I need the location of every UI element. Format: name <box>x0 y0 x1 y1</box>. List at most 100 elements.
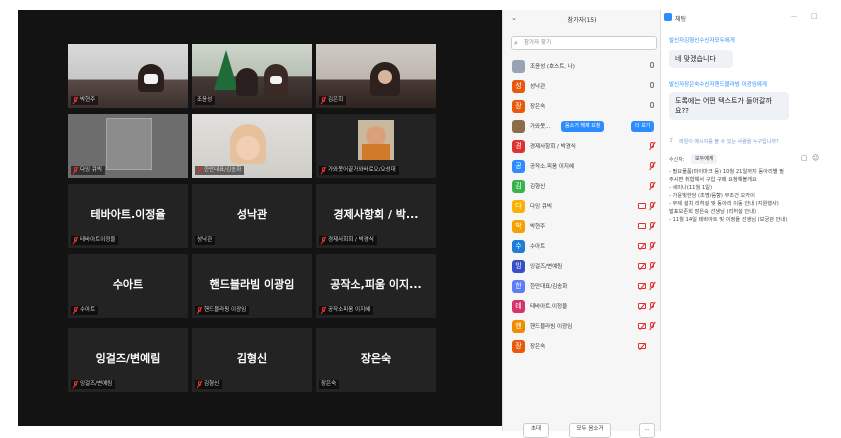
tile-name-label: 성낙관 <box>195 236 216 245</box>
tile-display-name: 장은숙 <box>360 352 392 365</box>
participant-name: 다잉 큐빅 <box>530 204 552 210</box>
participant-row[interactable]: 박 박현주 <box>503 218 661 237</box>
video-tile[interactable]: 경제사항회 / 박... 경제사회회 / 박경식 <box>316 184 436 248</box>
participant-row[interactable]: 다 다잉 큐빅 <box>503 198 661 217</box>
avatar: 장 <box>512 100 525 113</box>
tile-display-name: 김형신 <box>236 352 268 365</box>
participant-name: 한만대표/김송화 <box>530 284 568 290</box>
mic-icon[interactable] <box>649 102 655 111</box>
avatar: 박 <box>512 220 525 233</box>
tile-name-label: 다잉 큐빅 <box>71 166 105 175</box>
participant-row[interactable]: 잉 잉걸즈/변예림 <box>503 258 661 277</box>
tile-display-name: 테바아트.이정율 <box>90 208 166 221</box>
file-share-icon[interactable]: ⇪ <box>669 137 674 144</box>
participant-row[interactable]: 김 김형신 <box>503 178 661 197</box>
tile-name-label: 김은희 <box>319 96 347 105</box>
mic-muted-icon[interactable] <box>649 282 655 291</box>
participant-name: 테바아트.이정율 <box>530 304 568 310</box>
mic-muted-icon <box>321 167 326 174</box>
video-off-icon[interactable] <box>638 203 646 209</box>
video-tile[interactable]: 잉걸즈/변예림 잉걸즈/변예림 <box>68 328 188 392</box>
mic-muted-icon[interactable] <box>649 262 655 271</box>
participant-name: 김형신 <box>530 184 546 190</box>
participant-row[interactable]: 성 성낙관 <box>503 78 661 97</box>
avatar: 테 <box>512 300 525 313</box>
tile-name-label: 한만대표/김송화 <box>195 166 245 175</box>
video-tile-active-speaker[interactable]: 조윤성 <box>192 44 312 108</box>
mic-muted-icon[interactable] <box>649 242 655 251</box>
video-tile[interactable]: 김형신 김형신 <box>192 328 312 392</box>
tile-name-label: 핸드블라핑 이광임 <box>195 306 250 315</box>
tile-name-label: 조윤성 <box>195 96 216 105</box>
mic-muted-icon[interactable] <box>649 162 655 171</box>
video-tile[interactable]: 테바아트.이정율 테바아트이정을 <box>68 184 188 248</box>
participants-panel: ⌄ 참가자(15) 참가자 찾기 ⌕ 조윤성 (호스트, 나) 성 성낙관 장 … <box>502 10 661 438</box>
minimize-icon[interactable]: — <box>791 13 797 20</box>
search-icon: ⌕ <box>514 39 518 47</box>
participant-row[interactable]: 조윤성 (호스트, 나) <box>503 58 661 77</box>
tile-name-label: 공작소피움 이지혜 <box>319 306 374 315</box>
video-off-icon[interactable] <box>638 263 646 269</box>
mic-muted-icon[interactable] <box>649 182 655 191</box>
video-tile[interactable]: 김은희 <box>316 44 436 108</box>
video-off-icon[interactable] <box>638 303 646 309</box>
mic-muted-icon[interactable] <box>649 142 655 151</box>
participant-row[interactable]: 수 수아트 <box>503 238 661 257</box>
ask-to-unmute-button[interactable]: 음소거 해제 요청 <box>561 121 605 132</box>
video-off-icon[interactable] <box>638 243 646 249</box>
mic-muted-icon <box>73 97 78 104</box>
avatar <box>512 60 525 73</box>
mic-muted-icon <box>197 167 202 174</box>
avatar: 수 <box>512 240 525 253</box>
video-tile[interactable]: 수아트 수아트 <box>68 254 188 318</box>
participant-row[interactable]: 한 한만대표/김송화 <box>503 278 661 297</box>
avatar: 핸 <box>512 320 525 333</box>
maximize-icon[interactable]: □ <box>811 12 818 20</box>
mic-muted-icon[interactable] <box>649 222 655 231</box>
tile-name-label: 김형신 <box>195 380 223 389</box>
participant-row[interactable]: 경 경제사항회 / 박경식 <box>503 138 661 157</box>
mic-muted-icon[interactable] <box>649 202 655 211</box>
video-tile[interactable]: 성낙관 성낙관 <box>192 184 312 248</box>
video-off-icon[interactable] <box>638 283 646 289</box>
chat-title: 채팅 <box>675 16 687 23</box>
mic-icon[interactable] <box>649 62 655 71</box>
participant-row-hovered[interactable]: 가와못... 음소거 해제 요청 더 보기 <box>503 118 661 137</box>
video-tile[interactable]: 핸드블라빔 이광임 핸드블라핑 이광임 <box>192 254 312 318</box>
participant-row[interactable]: 장 장은숙 <box>503 338 661 357</box>
video-tile[interactable]: 한만대표/김송화 <box>192 114 312 178</box>
video-off-icon[interactable] <box>638 343 646 349</box>
video-off-icon[interactable] <box>638 323 646 329</box>
tile-display-name: 핸드블라빔 이광임 <box>209 278 295 291</box>
chat-app-icon <box>664 13 672 21</box>
avatar: 성 <box>512 80 525 93</box>
video-tile[interactable]: 다잉 큐빅 <box>68 114 188 178</box>
tile-display-name: 공작소,피움 이지... <box>330 278 422 291</box>
video-tile[interactable]: 박현주 <box>68 44 188 108</box>
chat-panel: 채팅 — □ 발신자김형신수신자모두에게 네 맞겠습니다 발신자장은숙수신자핸드… <box>660 10 825 431</box>
participant-name: 조윤성 (호스트, 나) <box>530 64 575 70</box>
mic-icon[interactable] <box>649 82 655 91</box>
participant-name: 성낙관 <box>530 84 546 90</box>
participant-search-input[interactable]: 참가자 찾기 <box>511 36 657 50</box>
participant-row[interactable]: 핸 핸드블라빔 이광임 <box>503 318 661 337</box>
more-options-button[interactable]: 더 보기 <box>631 121 655 132</box>
participant-row[interactable]: 테 테바아트.이정율 <box>503 298 661 317</box>
video-tile[interactable]: 공작소,피움 이지... 공작소피움 이지혜 <box>316 254 436 318</box>
participant-row[interactable]: 공 공작소.피움 이지혜 <box>503 158 661 177</box>
video-tile[interactable]: 가와못어끝가와바로오/오성대 <box>316 114 436 178</box>
participant-row[interactable]: 장 장은숙 <box>503 98 661 117</box>
tile-name-label: 장은숙 <box>319 380 340 389</box>
emoji-icon[interactable]: ☺ <box>812 154 819 162</box>
recipient-dropdown[interactable]: 모두에게 <box>691 154 718 164</box>
mic-muted-icon <box>73 167 78 174</box>
mic-muted-icon[interactable] <box>649 302 655 311</box>
tile-display-name: 수아트 <box>112 278 144 291</box>
video-icon[interactable] <box>638 223 646 229</box>
mic-muted-icon <box>73 381 78 388</box>
mic-muted-icon[interactable] <box>649 322 655 331</box>
file-icon[interactable]: ▢ <box>801 154 808 162</box>
video-tile[interactable]: 장은숙 장은숙 <box>316 328 436 392</box>
avatar: 한 <box>512 280 525 293</box>
mic-muted-icon <box>197 307 202 314</box>
